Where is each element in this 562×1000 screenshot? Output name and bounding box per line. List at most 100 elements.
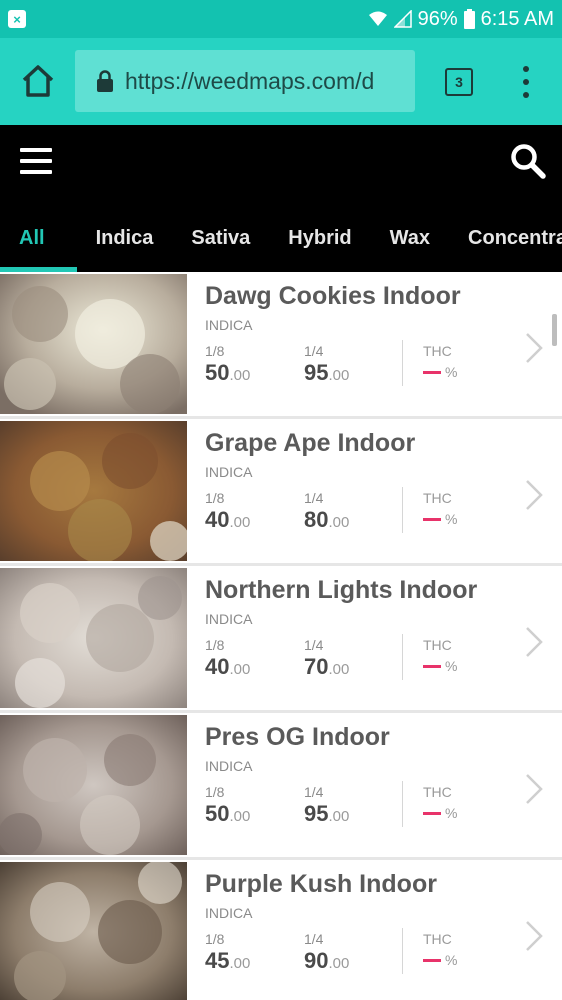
- chevron-right-icon[interactable]: [525, 773, 543, 805]
- battery-icon: [463, 9, 475, 29]
- price-cents: .00: [229, 661, 251, 678]
- product-type: INDICA: [205, 464, 253, 480]
- price-cents: .00: [229, 514, 251, 531]
- product-name[interactable]: Grape Ape Indoor: [205, 429, 415, 458]
- chevron-right-icon[interactable]: [525, 920, 543, 952]
- product-thumbnail: [0, 274, 187, 414]
- thc-dash: [423, 664, 441, 668]
- tabs-button[interactable]: 3: [445, 68, 473, 96]
- tab-all[interactable]: All: [0, 205, 77, 272]
- overflow-menu-icon[interactable]: [519, 66, 533, 98]
- price-value: 40: [205, 654, 230, 679]
- thc-dash: [423, 370, 441, 374]
- price-eighth: 1/8 50.00: [205, 784, 250, 827]
- price-size-label: 1/8: [205, 490, 225, 506]
- search-icon[interactable]: [510, 143, 546, 179]
- category-tabs: All Indica Sativa Hybrid Wax Concentrate…: [0, 205, 562, 272]
- price-value: 45: [205, 948, 230, 973]
- thc-info: THC %: [423, 931, 457, 968]
- thc-label: THC: [423, 931, 452, 947]
- clock: 6:15 AM: [480, 7, 554, 30]
- price-size-label: 1/8: [205, 637, 225, 653]
- tab-wax[interactable]: Wax: [371, 205, 449, 272]
- price-size-label: 1/4: [304, 343, 324, 359]
- price-size-label: 1/8: [205, 931, 225, 947]
- price-quarter: 1/4 95.00: [304, 343, 349, 386]
- tab-indica[interactable]: Indica: [77, 205, 173, 272]
- price-cents: .00: [229, 367, 251, 384]
- price-value: 40: [205, 507, 230, 532]
- thc-dash: [423, 811, 441, 815]
- address-bar[interactable]: https://weedmaps.com/d: [75, 50, 415, 112]
- price-value: 70: [304, 654, 329, 679]
- price-size-label: 1/8: [205, 784, 225, 800]
- price-cents: .00: [229, 808, 251, 825]
- thc-info: THC %: [423, 784, 457, 821]
- product-thumbnail: [0, 862, 187, 1000]
- price-value: 50: [205, 360, 230, 385]
- chevron-right-icon[interactable]: [525, 479, 543, 511]
- divider: [402, 781, 403, 827]
- chevron-right-icon[interactable]: [525, 332, 543, 364]
- divider: [402, 487, 403, 533]
- tab-count: 3: [455, 74, 463, 90]
- price-eighth: 1/8 40.00: [205, 490, 250, 533]
- product-type: INDICA: [205, 758, 253, 774]
- price-size-label: 1/8: [205, 343, 225, 359]
- price-value: 90: [304, 948, 329, 973]
- product-name[interactable]: Purple Kush Indoor: [205, 870, 437, 899]
- price-cents: .00: [328, 514, 350, 531]
- price-cents: .00: [328, 808, 350, 825]
- price-quarter: 1/4 90.00: [304, 931, 349, 974]
- signal-icon: [393, 10, 412, 28]
- home-icon[interactable]: [20, 63, 56, 99]
- site-header: All Indica Sativa Hybrid Wax Concentrate…: [0, 125, 562, 272]
- price-size-label: 1/4: [304, 931, 324, 947]
- product-type: INDICA: [205, 611, 253, 627]
- thc-dash: [423, 958, 441, 962]
- product-type: INDICA: [205, 905, 253, 921]
- price-cents: .00: [328, 367, 350, 384]
- product-item[interactable]: Grape Ape Indoor INDICA 1/8 40.00 1/4 80…: [0, 419, 562, 566]
- status-indicators: 96% 6:15 AM: [368, 8, 554, 31]
- price-eighth: 1/8 45.00: [205, 931, 250, 974]
- thc-info: THC %: [423, 490, 457, 527]
- scrollbar[interactable]: [552, 314, 557, 346]
- thc-unit: %: [445, 364, 458, 380]
- lock-icon: [97, 70, 113, 92]
- tab-concentrates[interactable]: Concentrates: [449, 205, 562, 272]
- thc-unit: %: [445, 805, 458, 821]
- product-name[interactable]: Northern Lights Indoor: [205, 576, 477, 605]
- product-item[interactable]: Purple Kush Indoor INDICA 1/8 45.00 1/4 …: [0, 860, 562, 1000]
- price-size-label: 1/4: [304, 784, 324, 800]
- thc-dash: [423, 517, 441, 521]
- product-name[interactable]: Pres OG Indoor: [205, 723, 390, 752]
- product-item[interactable]: Dawg Cookies Indoor INDICA 1/8 50.00 1/4…: [0, 272, 562, 419]
- product-thumbnail: [0, 715, 187, 855]
- price-quarter: 1/4 70.00: [304, 637, 349, 680]
- thc-label: THC: [423, 490, 452, 506]
- price-size-label: 1/4: [304, 490, 324, 506]
- chevron-right-icon[interactable]: [525, 626, 543, 658]
- price-value: 95: [304, 360, 329, 385]
- thc-label: THC: [423, 784, 452, 800]
- product-item[interactable]: Northern Lights Indoor INDICA 1/8 40.00 …: [0, 566, 562, 713]
- price-size-label: 1/4: [304, 637, 324, 653]
- product-name[interactable]: Dawg Cookies Indoor: [205, 282, 461, 311]
- price-cents: .00: [229, 955, 251, 972]
- price-value: 80: [304, 507, 329, 532]
- hamburger-menu-icon[interactable]: [20, 148, 52, 174]
- thc-unit: %: [445, 952, 458, 968]
- price-value: 50: [205, 801, 230, 826]
- price-eighth: 1/8 50.00: [205, 343, 250, 386]
- tab-sativa[interactable]: Sativa: [172, 205, 269, 272]
- divider: [402, 340, 403, 386]
- notification-x-icon: ×: [8, 10, 26, 28]
- tab-hybrid[interactable]: Hybrid: [269, 205, 370, 272]
- url-text: https://weedmaps.com/d: [125, 67, 375, 94]
- product-item[interactable]: Pres OG Indoor INDICA 1/8 50.00 1/4 95.0…: [0, 713, 562, 860]
- thc-info: THC %: [423, 637, 457, 674]
- thc-label: THC: [423, 637, 452, 653]
- product-thumbnail: [0, 568, 187, 708]
- price-eighth: 1/8 40.00: [205, 637, 250, 680]
